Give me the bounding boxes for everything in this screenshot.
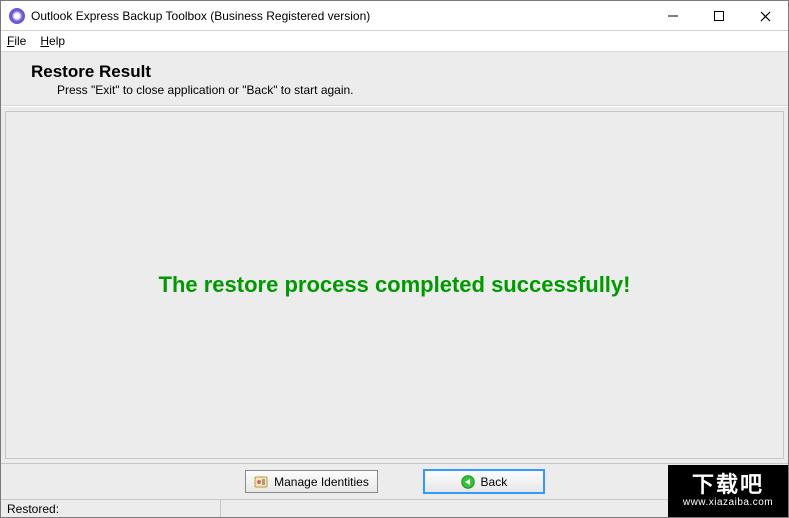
page-subtitle: Press "Exit" to close application or "Ba… [31, 83, 768, 97]
back-button[interactable]: Back [424, 470, 544, 493]
menubar: File Help [1, 31, 788, 51]
titlebar: Outlook Express Backup Toolbox (Business… [1, 1, 788, 31]
page-header: Restore Result Press "Exit" to close app… [1, 51, 788, 106]
maximize-button[interactable] [696, 1, 742, 31]
back-arrow-icon [461, 475, 475, 489]
window-title: Outlook Express Backup Toolbox (Business… [31, 9, 370, 23]
application-window: Outlook Express Backup Toolbox (Business… [0, 0, 789, 518]
content-area: The restore process completed successful… [1, 106, 788, 463]
status-restored-label: Restored: [7, 502, 59, 516]
close-button[interactable] [742, 1, 788, 31]
manage-identities-label: Manage Identities [274, 475, 369, 489]
statusbar: Restored: [1, 499, 788, 517]
status-restored: Restored: [1, 500, 221, 517]
window-controls [650, 1, 788, 31]
menu-file[interactable]: File [7, 34, 26, 48]
minimize-button[interactable] [650, 1, 696, 31]
button-bar: Manage Identities Back [1, 463, 788, 499]
menu-help[interactable]: Help [40, 34, 65, 48]
identities-icon [254, 475, 268, 489]
success-message: The restore process completed successful… [159, 272, 631, 298]
page-title: Restore Result [31, 62, 768, 82]
back-label: Back [481, 475, 508, 489]
app-icon [9, 8, 25, 24]
manage-identities-button[interactable]: Manage Identities [245, 470, 378, 493]
content-panel: The restore process completed successful… [5, 111, 784, 459]
